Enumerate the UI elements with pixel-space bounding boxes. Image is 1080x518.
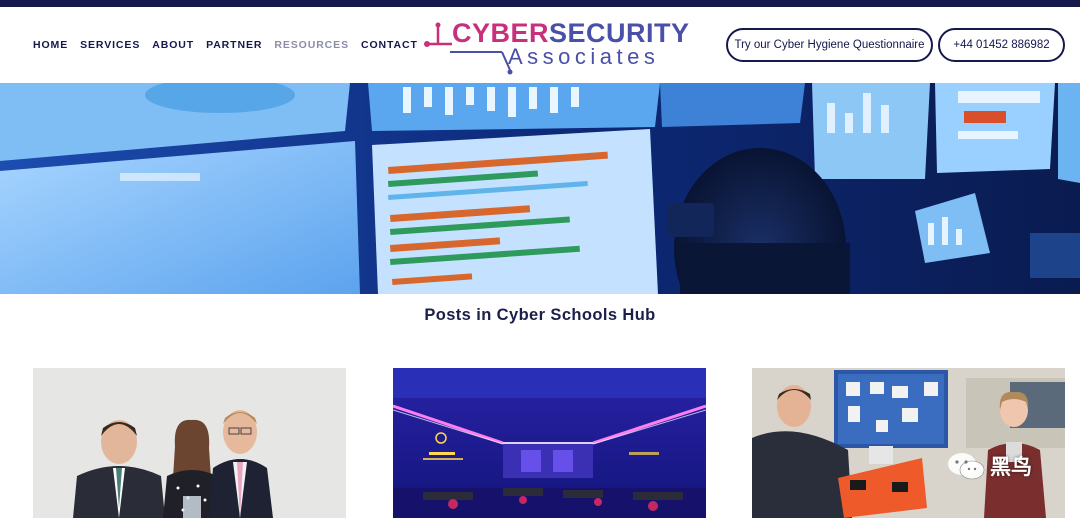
post-thumbnail-2[interactable] [393, 368, 706, 518]
main-navigation: HOME SERVICES ABOUT PARTNER RESOURCES CO… [33, 39, 418, 51]
nav-contact-link[interactable]: CONTACT [361, 39, 418, 51]
wechat-icon [948, 453, 985, 480]
top-accent-bar [0, 0, 1080, 7]
phone-button[interactable]: +44 01452 886982 [938, 28, 1065, 62]
watermark-text: 黑鸟 [990, 456, 1032, 479]
nav-home-link[interactable]: HOME [33, 39, 68, 51]
nav-about-link[interactable]: ABOUT [152, 39, 194, 51]
nav-partner-link[interactable]: PARTNER [206, 39, 262, 51]
nav-services-link[interactable]: SERVICES [80, 39, 140, 51]
questionnaire-button[interactable]: Try our Cyber Hygiene Questionnaire [726, 28, 933, 62]
post-thumbnail-1[interactable] [33, 368, 346, 518]
logo-associates-text: Associates [508, 44, 660, 69]
nav-resources-link[interactable]: RESOURCES [274, 39, 349, 51]
post-thumbnail-3[interactable] [752, 368, 1065, 518]
site-header: HOME SERVICES ABOUT PARTNER RESOURCES CO… [0, 7, 1080, 83]
page-title: Posts in Cyber Schools Hub [424, 306, 656, 324]
site-logo[interactable]: CYBERSECURITY Associates [424, 18, 689, 75]
hero-banner-image [0, 83, 1080, 294]
watermark: 黑鸟 [946, 451, 1032, 481]
